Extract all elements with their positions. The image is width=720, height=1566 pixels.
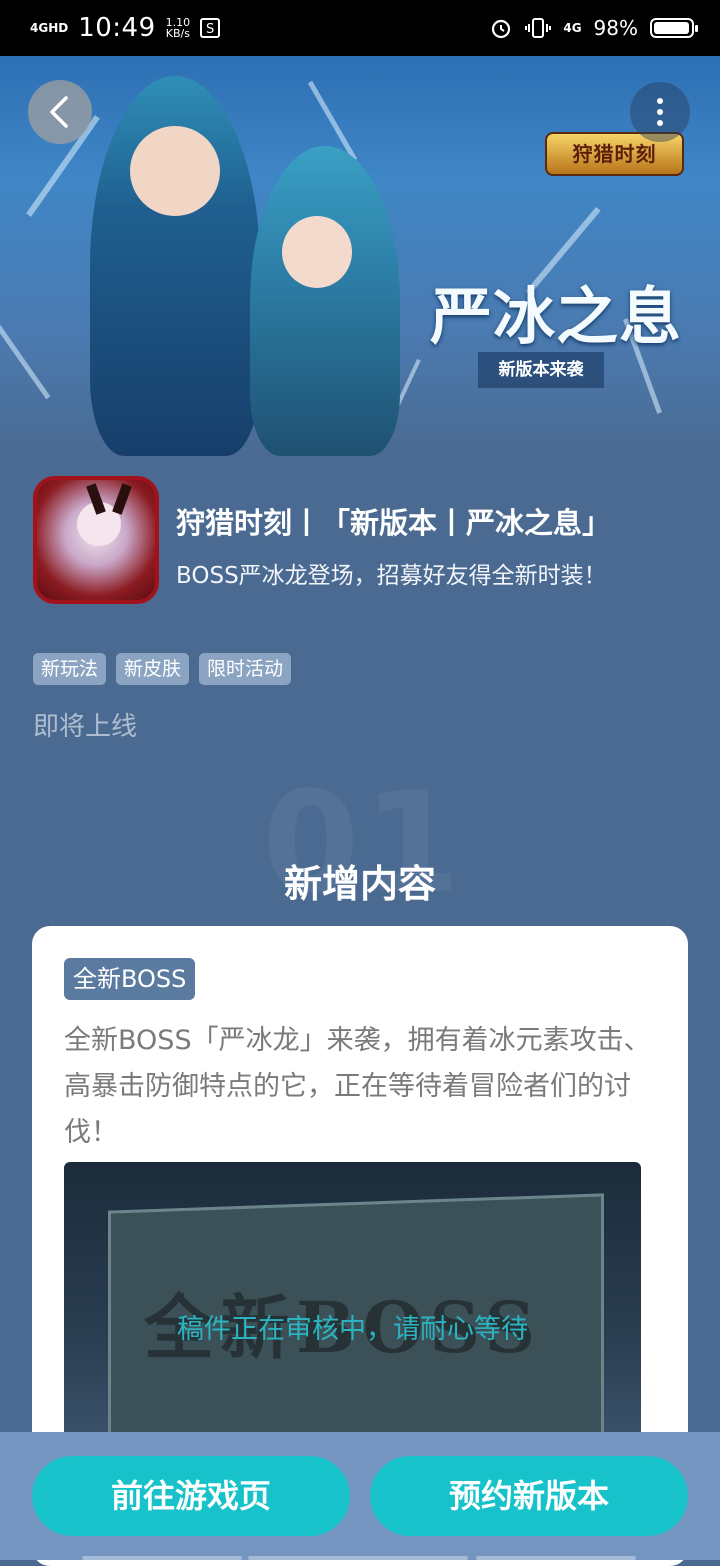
tag-limited-event: 限时活动 bbox=[199, 653, 292, 685]
network-speed: 1.10 KB/s bbox=[166, 17, 191, 39]
go-game-page-button[interactable]: 前往游戏页 bbox=[32, 1456, 350, 1536]
app-icon[interactable] bbox=[33, 476, 159, 604]
character-female bbox=[250, 146, 400, 456]
bottom-action-bar: 前往游戏页 预约新版本 bbox=[0, 1432, 720, 1560]
battery-icon bbox=[650, 18, 698, 38]
app-title: 狩猎时刻丨「新版本丨严冰之息」 bbox=[176, 506, 612, 540]
tag-new-gameplay: 新玩法 bbox=[33, 653, 107, 685]
card-text: 全新BOSS「严冰龙」来袭，拥有着冰元素攻击、高暴击防御特点的它，正在等待着冒险… bbox=[64, 1025, 651, 1148]
app-description: BOSS严冰龙登场，招募好友得全新时装！ bbox=[176, 563, 607, 589]
character-face bbox=[282, 216, 352, 288]
release-status: 即将上线 bbox=[33, 712, 138, 742]
tag-list: 新玩法 新皮肤 限时活动 bbox=[33, 653, 292, 685]
network-4g: 4G bbox=[563, 21, 582, 35]
character-face bbox=[130, 126, 220, 216]
section-title: 新增内容 bbox=[283, 862, 436, 906]
card-tag: 全新BOSS bbox=[64, 958, 196, 1000]
more-vertical-icon bbox=[657, 98, 663, 126]
nav-indicator bbox=[248, 1556, 468, 1560]
back-button[interactable] bbox=[28, 80, 92, 144]
boss-image: 全新BOSS 稿件正在审核中，请耐心等待 bbox=[64, 1162, 641, 1462]
alarm-icon bbox=[492, 19, 511, 39]
reserve-version-button[interactable]: 预约新版本 bbox=[370, 1456, 688, 1536]
hero-title: 严冰之息 bbox=[430, 280, 683, 353]
hero-subtitle: 新版本来袭 bbox=[478, 352, 604, 388]
battery-percent: 98% bbox=[593, 16, 638, 40]
notification-icon: S bbox=[200, 18, 221, 38]
status-bar: 4GHD 10:49 1.10 KB/s S 4G 98% bbox=[0, 0, 720, 56]
vibrate-icon bbox=[525, 18, 552, 38]
tag-new-skin: 新皮肤 bbox=[116, 653, 190, 685]
more-button[interactable] bbox=[630, 82, 690, 142]
chevron-left-icon bbox=[50, 96, 68, 128]
speed-unit: KB/s bbox=[165, 27, 190, 40]
battery-level bbox=[654, 22, 690, 34]
review-notice: 稿件正在审核中，请耐心等待 bbox=[177, 1314, 528, 1345]
nav-indicator bbox=[476, 1556, 636, 1560]
network-indicator: 4GHD bbox=[30, 21, 69, 35]
clock: 10:49 bbox=[78, 13, 156, 43]
hero-banner: 狩猎时刻 严冰之息 新版本来袭 bbox=[0, 56, 720, 456]
nav-indicator bbox=[82, 1556, 242, 1560]
